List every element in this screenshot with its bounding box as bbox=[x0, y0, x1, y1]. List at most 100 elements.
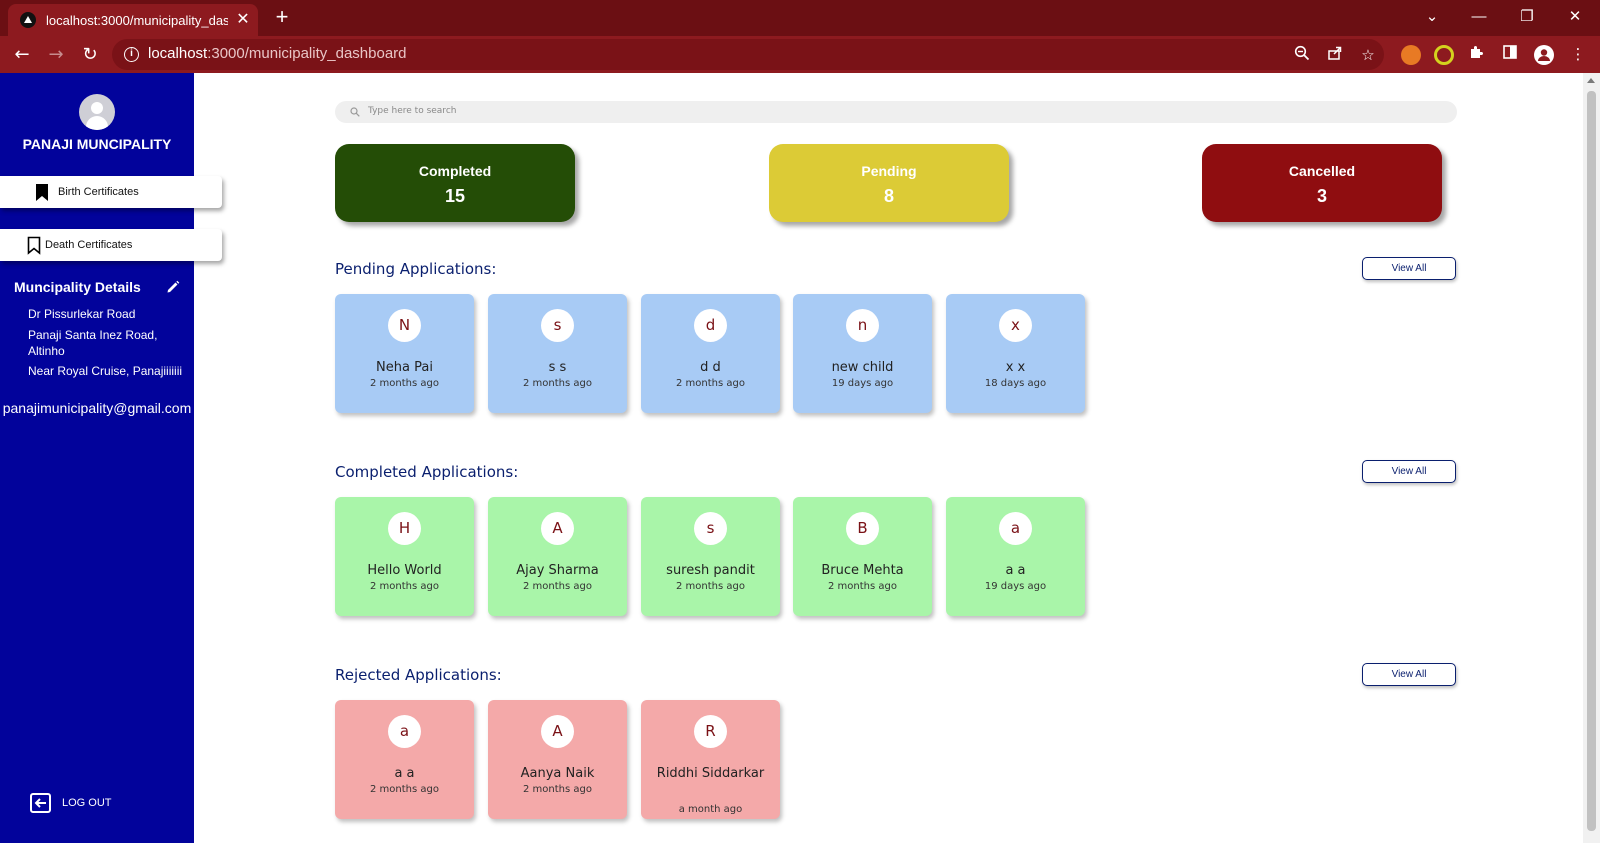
applicant-initial: a bbox=[999, 512, 1032, 545]
rejected-application-card[interactable]: R Riddhi Siddarkar a month ago bbox=[641, 700, 780, 819]
browser-tabstrip: localhost:3000/municipality_dashboard ✕ … bbox=[0, 0, 1600, 36]
minimize-icon[interactable]: — bbox=[1468, 6, 1490, 28]
applicant-initial: n bbox=[846, 309, 879, 342]
completed-application-card[interactable]: B Bruce Mehta 2 months ago bbox=[793, 497, 932, 616]
pending-application-card[interactable]: s s s 2 months ago bbox=[488, 294, 627, 413]
stat-card-pending: Pending 8 bbox=[769, 144, 1009, 222]
applicant-initial: A bbox=[541, 512, 574, 545]
info-icon[interactable]: i bbox=[124, 47, 139, 62]
pending-applications-title: Pending Applications: bbox=[335, 260, 497, 278]
stat-title: Cancelled bbox=[1288, 163, 1356, 179]
metamask-extension-icon[interactable] bbox=[1401, 45, 1421, 65]
completed-application-card[interactable]: a a a 19 days ago bbox=[946, 497, 1085, 616]
pending-application-card[interactable]: N Neha Pai 2 months ago bbox=[335, 294, 474, 413]
applicant-name: Bruce Mehta bbox=[821, 563, 904, 578]
sidebar-item-birth-certificates[interactable]: Birth Certificates bbox=[0, 176, 222, 208]
applicant-name: Ajay Sharma bbox=[516, 563, 599, 578]
window-close-icon[interactable]: ✕ bbox=[1564, 6, 1586, 28]
completed-applications-title: Completed Applications: bbox=[335, 463, 519, 481]
address-bar[interactable]: i localhost:3000/municipality_dashboard … bbox=[112, 39, 1384, 70]
applicant-name: Riddhi Siddarkar bbox=[656, 766, 765, 781]
applicant-initial: s bbox=[694, 512, 727, 545]
zoom-icon[interactable] bbox=[1292, 45, 1312, 65]
applicant-initial: N bbox=[388, 309, 421, 342]
municipality-email: panajimunicipality@gmail.com bbox=[2, 400, 192, 416]
sidebar-item-death-certificates[interactable]: Death Certificates bbox=[0, 229, 222, 261]
tab-close-icon[interactable]: ✕ bbox=[234, 10, 252, 28]
municipality-name: PANAJI MUNCIPALITY bbox=[22, 136, 172, 152]
application-time: 18 days ago bbox=[984, 378, 1047, 389]
pending-view-all-button[interactable]: View All bbox=[1362, 257, 1456, 280]
back-icon[interactable]: ← bbox=[10, 43, 34, 67]
completed-view-all-button[interactable]: View All bbox=[1362, 460, 1456, 483]
application-time: 2 months ago bbox=[370, 378, 439, 389]
star-icon[interactable]: ☆ bbox=[1358, 45, 1378, 65]
new-tab-icon[interactable]: + bbox=[270, 6, 294, 30]
restore-icon[interactable]: ❐ bbox=[1516, 6, 1538, 28]
completed-application-card[interactable]: H Hello World 2 months ago bbox=[335, 497, 474, 616]
applicant-name: Neha Pai bbox=[376, 360, 433, 375]
application-time: 2 months ago bbox=[523, 784, 592, 795]
menu-icon[interactable]: ⋮ bbox=[1568, 44, 1588, 64]
application-time: 19 days ago bbox=[831, 378, 894, 389]
avatar bbox=[79, 94, 115, 130]
applicant-name: d d bbox=[700, 360, 721, 375]
bookmark-outline-icon bbox=[27, 236, 41, 255]
application-time: 2 months ago bbox=[676, 378, 745, 389]
search-input[interactable]: Type here to search bbox=[368, 106, 456, 116]
page-scrollbar[interactable] bbox=[1583, 73, 1600, 843]
url-host: localhost bbox=[148, 45, 208, 62]
application-time: 2 months ago bbox=[676, 581, 745, 592]
application-time: a month ago bbox=[678, 804, 743, 815]
logout-label: LOG OUT bbox=[62, 797, 112, 809]
stat-title: Pending bbox=[861, 163, 917, 179]
address-line: Near Royal Cruise, Panajiiiiiii bbox=[28, 364, 183, 378]
tab-search-icon[interactable]: ⌄ bbox=[1421, 6, 1443, 28]
search-icon bbox=[350, 107, 360, 117]
reload-icon[interactable]: ↻ bbox=[78, 43, 102, 67]
applicant-name: new child bbox=[831, 360, 894, 375]
application-time: 2 months ago bbox=[370, 784, 439, 795]
pending-application-card[interactable]: x x x 18 days ago bbox=[946, 294, 1085, 413]
edit-icon[interactable] bbox=[166, 280, 180, 294]
completed-application-card[interactable]: s suresh pandit 2 months ago bbox=[641, 497, 780, 616]
rejected-application-card[interactable]: A Aanya Naik 2 months ago bbox=[488, 700, 627, 819]
share-icon[interactable] bbox=[1325, 45, 1345, 65]
sidepanel-icon[interactable] bbox=[1500, 44, 1520, 64]
avatar-head bbox=[91, 102, 103, 114]
applicant-name: Aanya Naik bbox=[520, 766, 595, 781]
url-path: :3000/municipality_dashboard bbox=[207, 45, 407, 62]
tab-title: localhost:3000/municipality_dashboard bbox=[46, 13, 228, 28]
extensions-icon[interactable] bbox=[1466, 44, 1486, 64]
rejected-applications-title: Rejected Applications: bbox=[335, 666, 502, 684]
applicant-initial: a bbox=[388, 715, 421, 748]
extension-icon[interactable] bbox=[1434, 45, 1454, 65]
forward-icon[interactable]: → bbox=[44, 43, 68, 67]
rejected-application-card[interactable]: a a a 2 months ago bbox=[335, 700, 474, 819]
pending-application-card[interactable]: n new child 19 days ago bbox=[793, 294, 932, 413]
stat-value: 3 bbox=[1316, 186, 1327, 206]
applicant-initial: d bbox=[694, 309, 727, 342]
profile-icon[interactable] bbox=[1534, 45, 1554, 65]
completed-application-card[interactable]: A Ajay Sharma 2 months ago bbox=[488, 497, 627, 616]
stat-value: 15 bbox=[444, 186, 466, 206]
stat-value: 8 bbox=[883, 186, 894, 206]
browser-tab[interactable]: localhost:3000/municipality_dashboard ✕ bbox=[8, 4, 258, 36]
applicant-initial: x bbox=[999, 309, 1032, 342]
pending-application-card[interactable]: d d d 2 months ago bbox=[641, 294, 780, 413]
stat-card-cancelled: Cancelled 3 bbox=[1202, 144, 1442, 222]
scroll-thumb[interactable] bbox=[1587, 91, 1596, 831]
address-line: Panaji Santa Inez Road, Altinho bbox=[28, 328, 158, 358]
sidebar: PANAJI MUNCIPALITY Birth Certificates De… bbox=[0, 73, 222, 843]
rejected-view-all-button[interactable]: View All bbox=[1362, 663, 1456, 686]
applicant-initial: A bbox=[541, 715, 574, 748]
sidebar-item-label: Birth Certificates bbox=[58, 186, 139, 198]
applicant-initial: R bbox=[694, 715, 727, 748]
search-bar[interactable]: Type here to search bbox=[335, 101, 1457, 123]
scroll-up-icon[interactable] bbox=[1587, 78, 1595, 83]
applicant-initial: s bbox=[541, 309, 574, 342]
application-time: 19 days ago bbox=[984, 581, 1047, 592]
applicant-name: suresh pandit bbox=[666, 563, 755, 578]
favicon-icon bbox=[20, 12, 36, 28]
applicant-initial: B bbox=[846, 512, 879, 545]
